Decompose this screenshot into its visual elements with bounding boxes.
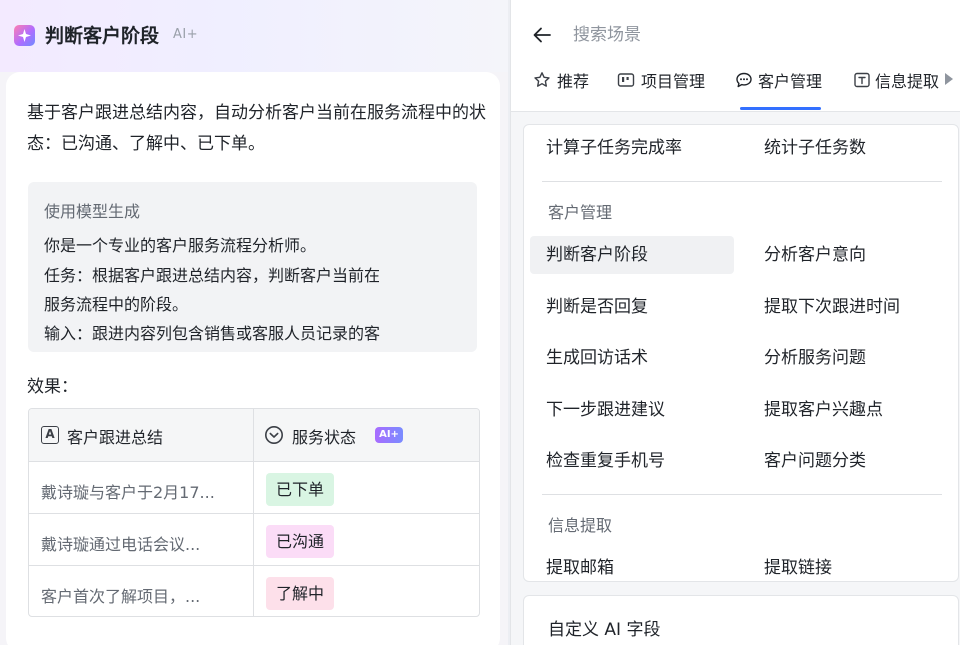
right-panel: 推荐 项目管理 客户管理 信息提取 计算子 (510, 0, 960, 645)
text-box-icon (854, 72, 870, 88)
scene-item[interactable]: 生成回访话术 (530, 339, 734, 377)
left-panel: 判断客户阶段 AI+ 基于客户跟进总结内容，自动分析客户当前在服务流程中的状态：… (0, 0, 508, 645)
select-field-icon (265, 426, 283, 444)
ai-plus-badge: AI+ (375, 427, 403, 443)
scene-item[interactable]: 提取客户兴趣点 (748, 391, 952, 429)
scene-item[interactable]: 客户问题分类 (748, 442, 952, 480)
scene-item[interactable]: 提取链接 (748, 549, 952, 581)
prompt-line: 服务流程中的阶段。 (44, 295, 189, 314)
prompt-line: 任务：根据客户跟进总结内容，判断客户当前在 (44, 266, 381, 285)
table-header-row: A 客户跟进总结 服务状态 AI+ (29, 409, 479, 462)
scene-item[interactable]: 分析客户意向 (748, 236, 952, 274)
sparkle-logo-icon (14, 25, 35, 46)
scene-list: 计算子任务完成率 统计子任务数 客户管理 判断客户阶段 分析客户意向 判断是否回… (523, 124, 959, 582)
summary-cell: 戴诗璇通过电话会议... (41, 535, 201, 554)
back-arrow-icon[interactable] (531, 24, 553, 46)
prompt-line: 你是一个专业的客户服务流程分析师。 (44, 236, 317, 255)
scene-item[interactable]: 计算子任务完成率 (530, 129, 734, 167)
prompt-line: 输入：跟进内容列包含销售或客服人员记录的客 (44, 324, 381, 343)
example-table: A 客户跟进总结 服务状态 AI+ 戴诗璇与客户于2月17... 已下单 戴诗璇… (28, 408, 480, 617)
tab-project-management[interactable]: 项目管理 (617, 68, 717, 92)
divider (542, 494, 942, 495)
text-field-icon: A (41, 426, 59, 444)
scene-item-selected[interactable]: 判断客户阶段 (530, 236, 734, 274)
header-status-label: 服务状态 (292, 428, 357, 447)
scene-item[interactable]: 检查重复手机号 (530, 442, 734, 480)
status-badge: 已沟通 (266, 525, 335, 558)
status-badge: 已下单 (266, 473, 335, 506)
board-icon (617, 73, 635, 87)
tab-scroll-right-icon[interactable] (945, 73, 953, 85)
tab-info-extraction[interactable]: 信息提取 (853, 68, 941, 92)
section-label-info: 信息提取 (548, 516, 613, 535)
scene-item[interactable]: 提取下次跟进时间 (748, 288, 952, 326)
header-cell-status: 服务状态 AI+ (254, 409, 479, 461)
tab-label: 项目管理 (641, 72, 706, 91)
header-summary-label: 客户跟进总结 (67, 428, 164, 447)
left-header: 判断客户阶段 AI+ (0, 0, 508, 72)
status-badge: 了解中 (266, 577, 335, 610)
active-tab-indicator (740, 107, 821, 110)
tab-label: 客户管理 (758, 72, 823, 91)
scene-item[interactable]: 分析服务问题 (748, 339, 952, 377)
effect-label: 效果： (27, 377, 78, 397)
summary-cell: 戴诗璇与客户于2月17... (41, 483, 215, 502)
prompt-title: 使用模型生成 (44, 202, 141, 221)
table-row: 客户首次了解项目，... 了解中 (29, 566, 479, 616)
page-title: 判断客户阶段 (45, 25, 160, 47)
divider (542, 181, 942, 182)
table-row: 戴诗璇通过电话会议... 已沟通 (29, 514, 479, 566)
ai-plus-tag: AI+ (173, 27, 199, 42)
tab-recommend[interactable]: 推荐 (533, 68, 603, 92)
prompt-box: 使用模型生成 你是一个专业的客户服务流程分析师。 任务：根据客户跟进总结内容，判… (28, 182, 477, 352)
section-label-customer: 客户管理 (548, 203, 613, 222)
tab-label: 推荐 (557, 72, 590, 91)
tab-customer-management[interactable]: 客户管理 (735, 68, 835, 92)
header-cell-summary: A 客户跟进总结 (29, 409, 254, 461)
summary-cell: 客户首次了解项目，... (41, 587, 201, 606)
custom-ai-field-button[interactable]: 自定义 AI 字段 (523, 595, 959, 645)
custom-ai-field-label: 自定义 AI 字段 (548, 620, 661, 640)
table-row: 戴诗璇与客户于2月17... 已下单 (29, 462, 479, 514)
scene-description: 基于客户跟进总结内容，自动分析客户当前在服务流程中的状态：已沟通、了解中、已下单… (27, 103, 486, 154)
scene-item[interactable]: 提取邮箱 (530, 549, 734, 581)
scene-item[interactable]: 下一步跟进建议 (530, 391, 734, 429)
scene-header: 推荐 项目管理 客户管理 信息提取 (511, 0, 960, 112)
chat-icon (736, 72, 752, 88)
scene-search-input[interactable] (573, 22, 933, 48)
star-icon (534, 72, 550, 87)
scene-item[interactable]: 判断是否回复 (530, 288, 734, 326)
scene-item[interactable]: 统计子任务数 (748, 129, 952, 167)
tab-label: 信息提取 (875, 72, 940, 91)
